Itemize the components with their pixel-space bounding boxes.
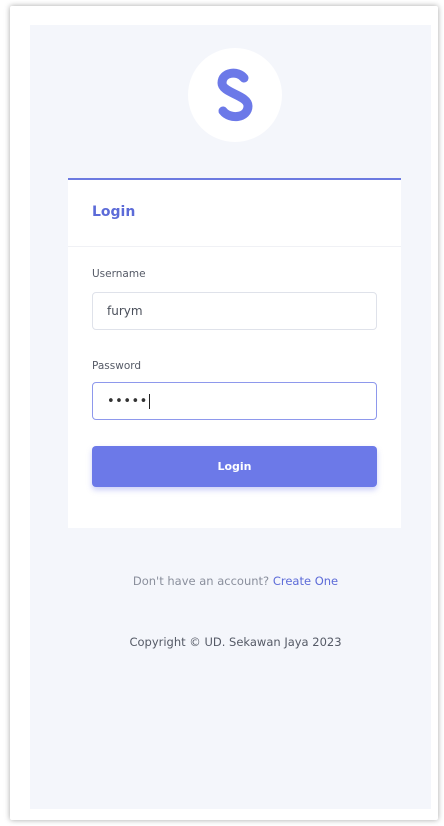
- logo: [188, 48, 282, 142]
- password-field[interactable]: •••••: [92, 382, 377, 420]
- username-field[interactable]: furym: [92, 292, 377, 330]
- text-caret: [148, 394, 150, 409]
- create-account-link[interactable]: Create One: [273, 574, 338, 588]
- password-label: Password: [92, 360, 142, 372]
- signup-prompt: Don't have an account?: [132, 574, 270, 588]
- copyright-text: Copyright © UD. Sekawan Jaya 2023: [129, 635, 342, 649]
- card-title: Login: [68, 180, 401, 247]
- username-label: Username: [92, 268, 146, 280]
- username-value: furym: [107, 304, 143, 318]
- login-card: Login Username furym Password ••••• Logi…: [68, 178, 401, 528]
- s-logo-icon: [217, 68, 253, 122]
- login-button[interactable]: Login: [92, 446, 377, 487]
- password-value: •••••: [107, 394, 148, 409]
- signup-prompt-line: Don't have an account? Create One: [0, 574, 444, 588]
